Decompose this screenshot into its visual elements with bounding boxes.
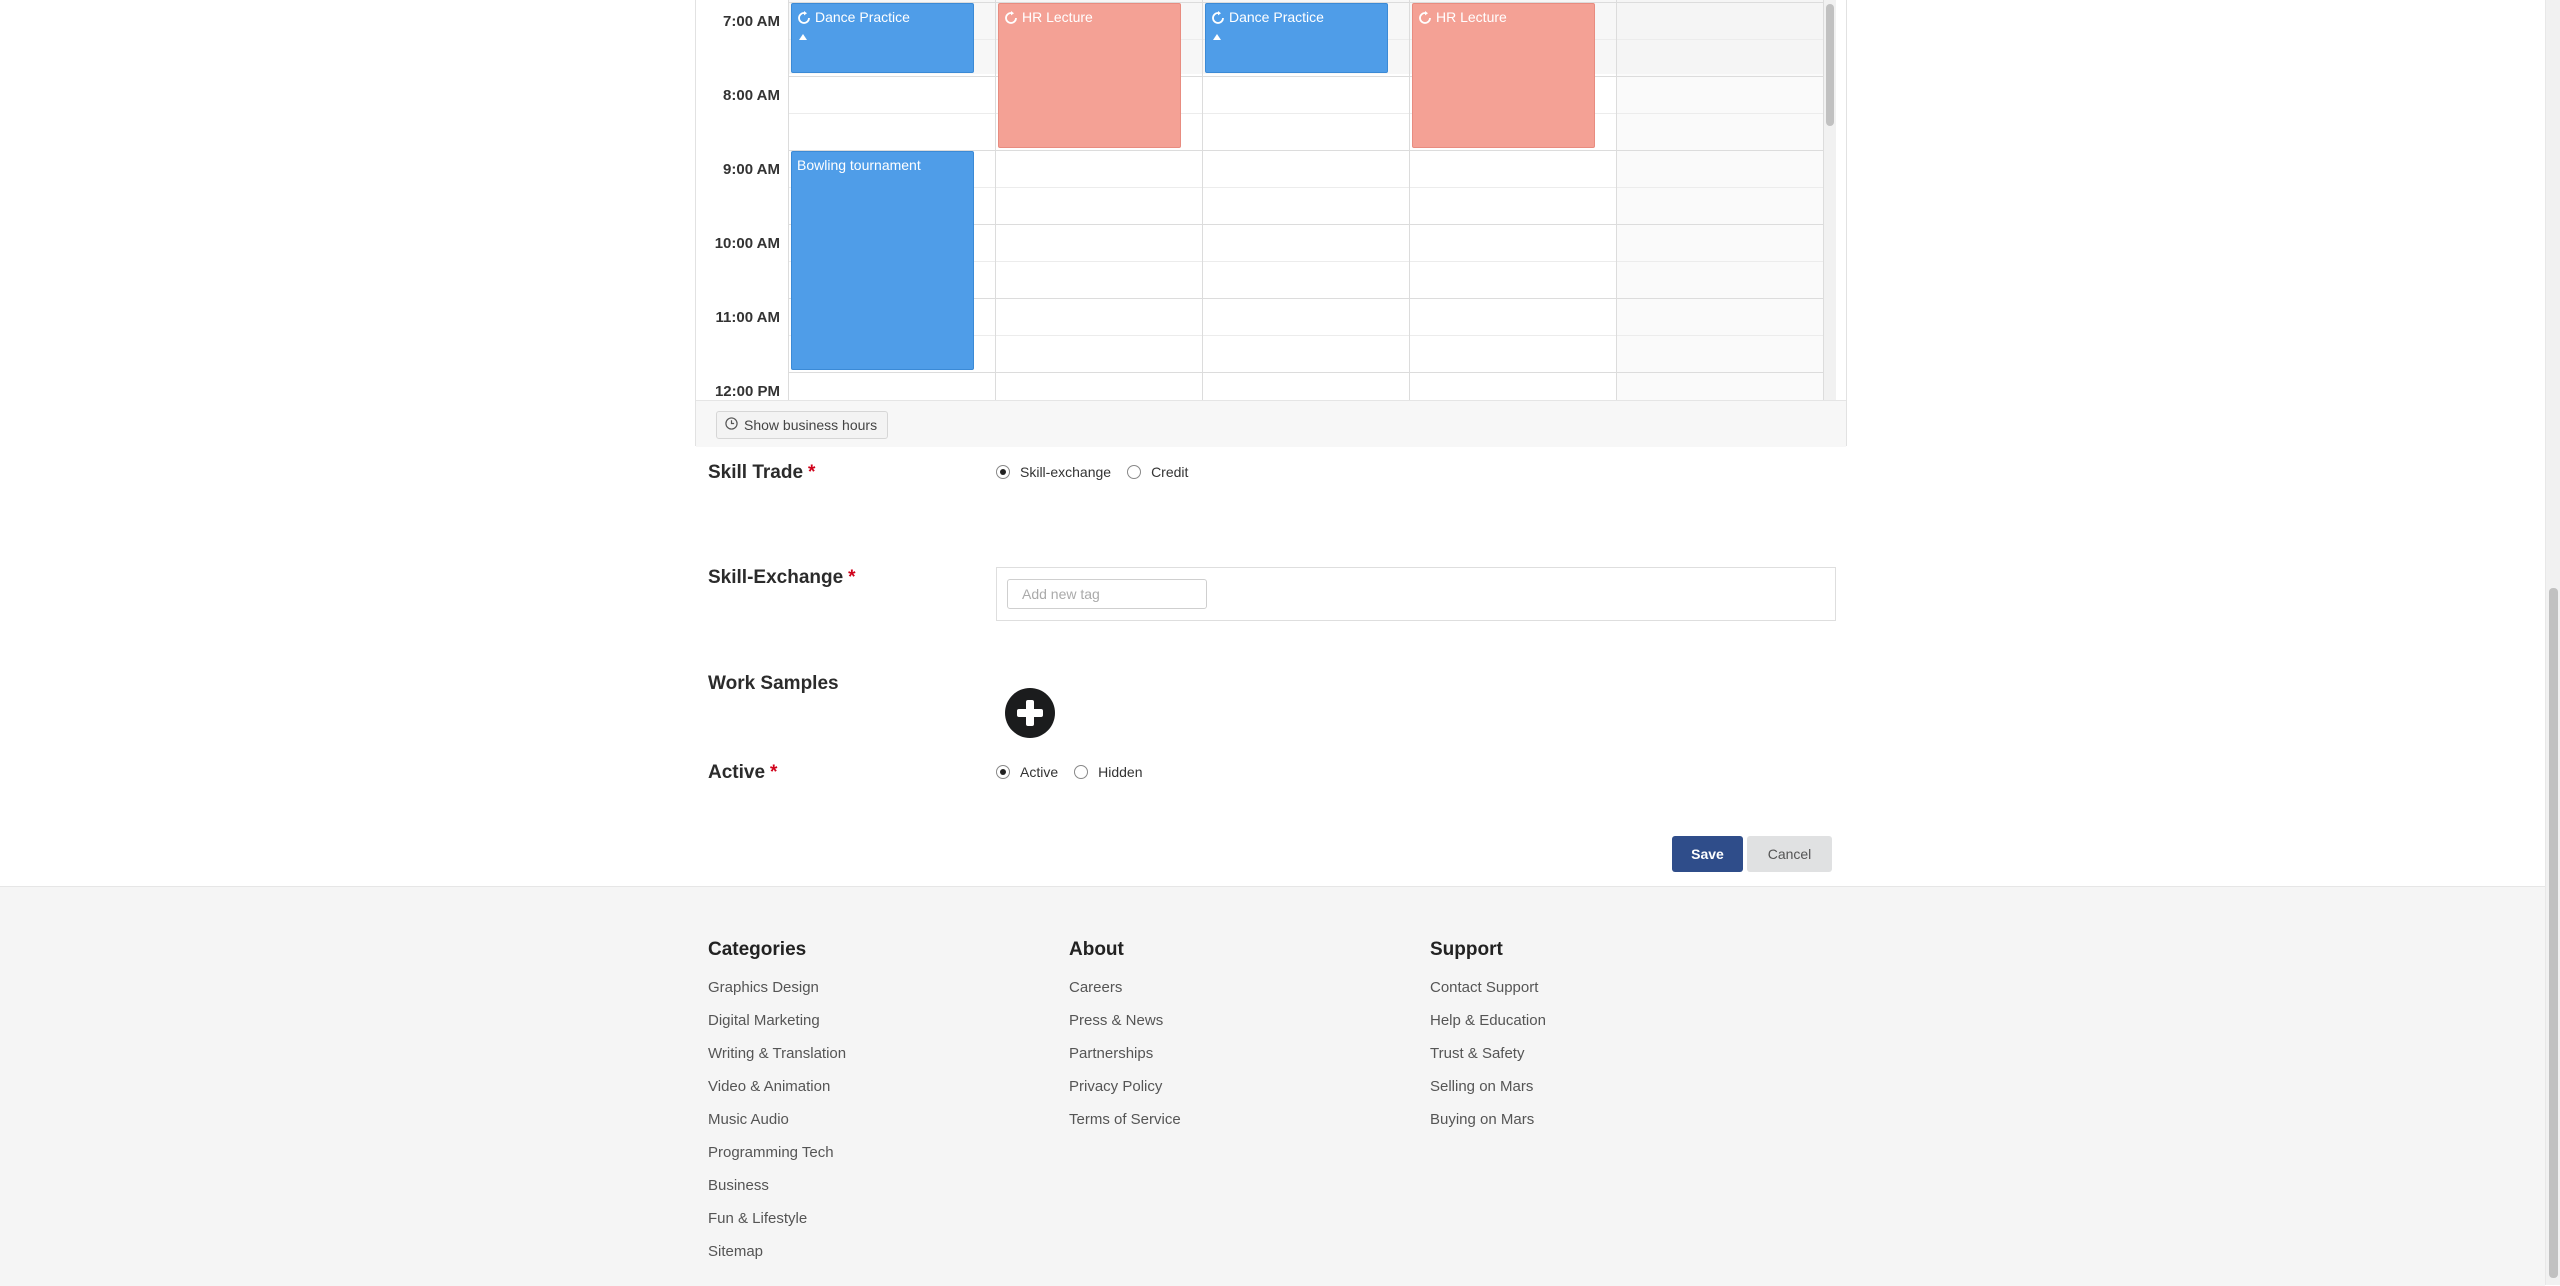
event-title: Dance Practice — [815, 9, 910, 25]
skill-trade-radio-group: Skill-exchange Credit — [996, 464, 1204, 480]
radio-active[interactable]: Active — [996, 764, 1058, 780]
footer-link[interactable]: Partnerships — [1069, 1045, 1181, 1078]
show-business-hours-button[interactable]: Show business hours — [716, 411, 889, 439]
calendar-time-grid[interactable]: 7:00 AM 8:00 AM 9:00 AM 10:00 AM 11:00 A… — [696, 0, 1824, 400]
grid-line — [788, 76, 1824, 77]
footer-link[interactable]: Privacy Policy — [1069, 1078, 1181, 1111]
calendar-event[interactable]: Dance Practice — [791, 3, 974, 73]
repeat-icon — [797, 11, 811, 28]
day-column-divider — [1616, 0, 1617, 400]
event-title: HR Lecture — [1022, 9, 1093, 25]
footer-link[interactable]: Video & Animation — [708, 1078, 846, 1111]
time-label-11am: 11:00 AM — [715, 309, 780, 326]
calendar-scrollbar[interactable] — [1824, 0, 1836, 400]
time-label-12pm: 12:00 PM — [714, 383, 780, 400]
calendar-event[interactable]: Bowling tournament — [791, 151, 974, 370]
time-label-9am: 9:00 AM — [723, 161, 780, 178]
work-samples-label: Work Samples — [708, 673, 839, 694]
radio-credit[interactable]: Credit — [1127, 464, 1188, 480]
footer-link[interactable]: Digital Marketing — [708, 1012, 846, 1045]
skill-exchange-label-text: Skill-Exchange — [708, 567, 844, 588]
footer-heading: Categories — [708, 939, 807, 960]
calendar-week-view: 7:00 AM 8:00 AM 9:00 AM 10:00 AM 11:00 A… — [695, 0, 1847, 447]
calendar-event[interactable]: Dance Practice — [1205, 3, 1388, 73]
footer-link[interactable]: Fun & Lifestyle — [708, 1210, 846, 1243]
event-title: HR Lecture — [1436, 9, 1507, 25]
page-scrollbar-thumb[interactable] — [2549, 588, 2558, 1278]
active-label-text: Active — [708, 762, 766, 783]
required-mark: * — [770, 762, 778, 783]
active-label: Active * — [708, 762, 777, 784]
event-title: Dance Practice — [1229, 9, 1324, 25]
skill-trade-label-text: Skill Trade — [708, 462, 804, 483]
page-scrollbar[interactable] — [2545, 0, 2560, 1285]
time-label-7am: 7:00 AM — [723, 13, 780, 30]
caret-up-icon — [799, 34, 807, 40]
day-column-divider — [1202, 0, 1203, 400]
radio-label: Active — [1020, 764, 1059, 780]
event-title: Bowling tournament — [797, 157, 921, 173]
footer-link[interactable]: Contact Support — [1430, 979, 1546, 1012]
footer-link[interactable]: Writing & Translation — [708, 1045, 846, 1078]
footer-link[interactable]: Business — [708, 1177, 846, 1210]
clock-icon — [725, 417, 738, 433]
show-business-hours-label: Show business hours — [744, 417, 878, 433]
footer-link[interactable]: Buying on Mars — [1430, 1111, 1546, 1144]
day-column-divider — [788, 0, 789, 400]
grid-line — [788, 113, 1824, 114]
footer-link[interactable]: Press & News — [1069, 1012, 1181, 1045]
radio-skill-exchange[interactable]: Skill-exchange — [996, 464, 1111, 480]
calendar-event[interactable]: HR Lecture — [998, 3, 1181, 148]
radio-button[interactable] — [1074, 765, 1089, 779]
required-mark: * — [808, 462, 816, 483]
skill-trade-label: Skill Trade * — [708, 462, 815, 484]
plus-circle-icon[interactable] — [1005, 688, 1055, 738]
footer-link[interactable]: Graphics Design — [708, 979, 846, 1012]
footer-link[interactable]: Programming Tech — [708, 1144, 846, 1177]
footer-link[interactable]: Trust & Safety — [1430, 1045, 1546, 1078]
calendar-event[interactable]: HR Lecture — [1412, 3, 1595, 148]
radio-label: Credit — [1151, 464, 1189, 480]
footer-link[interactable]: Sitemap — [708, 1243, 846, 1276]
repeat-icon — [1418, 11, 1432, 28]
radio-hidden[interactable]: Hidden — [1074, 764, 1143, 780]
calendar-footer: Show business hours — [696, 400, 1846, 447]
footer-link[interactable]: Selling on Mars — [1430, 1078, 1546, 1111]
footer-link[interactable]: Careers — [1069, 979, 1181, 1012]
grid-line — [788, 372, 1824, 373]
save-button[interactable]: Save — [1672, 836, 1743, 872]
repeat-icon — [1211, 11, 1225, 28]
active-radio-group: Active Hidden — [996, 764, 1159, 780]
footer-link[interactable]: Help & Education — [1430, 1012, 1546, 1045]
footer-link[interactable]: Music Audio — [708, 1111, 846, 1144]
required-mark: * — [848, 567, 856, 588]
footer-heading: About — [1069, 939, 1124, 960]
radio-label: Hidden — [1098, 764, 1143, 780]
add-tag-input[interactable] — [1007, 579, 1207, 609]
day-column-divider — [995, 0, 996, 400]
day-column-divider — [1409, 0, 1410, 400]
time-label-8am: 8:00 AM — [723, 87, 780, 104]
radio-label: Skill-exchange — [1020, 464, 1112, 480]
cancel-button[interactable]: Cancel — [1747, 836, 1832, 872]
radio-button[interactable] — [996, 465, 1010, 479]
skill-exchange-tag-field[interactable] — [996, 567, 1836, 621]
skill-exchange-label: Skill-Exchange * — [708, 567, 856, 589]
footer-about: About Careers Press & News Partnerships … — [1069, 939, 1181, 1144]
footer-categories: Categories Graphics Design Digital Marke… — [708, 939, 846, 1276]
radio-button[interactable] — [996, 765, 1010, 779]
footer-support: Support Contact Support Help & Education… — [1430, 939, 1546, 1144]
footer-link[interactable]: Terms of Service — [1069, 1111, 1181, 1144]
site-footer: Categories Graphics Design Digital Marke… — [0, 886, 2545, 1286]
footer-heading: Support — [1430, 939, 1503, 960]
repeat-icon — [1004, 11, 1018, 28]
caret-up-icon — [1213, 34, 1221, 40]
radio-button[interactable] — [1127, 465, 1142, 479]
time-label-10am: 10:00 AM — [714, 235, 780, 252]
calendar-scrollbar-thumb[interactable] — [1826, 4, 1834, 126]
